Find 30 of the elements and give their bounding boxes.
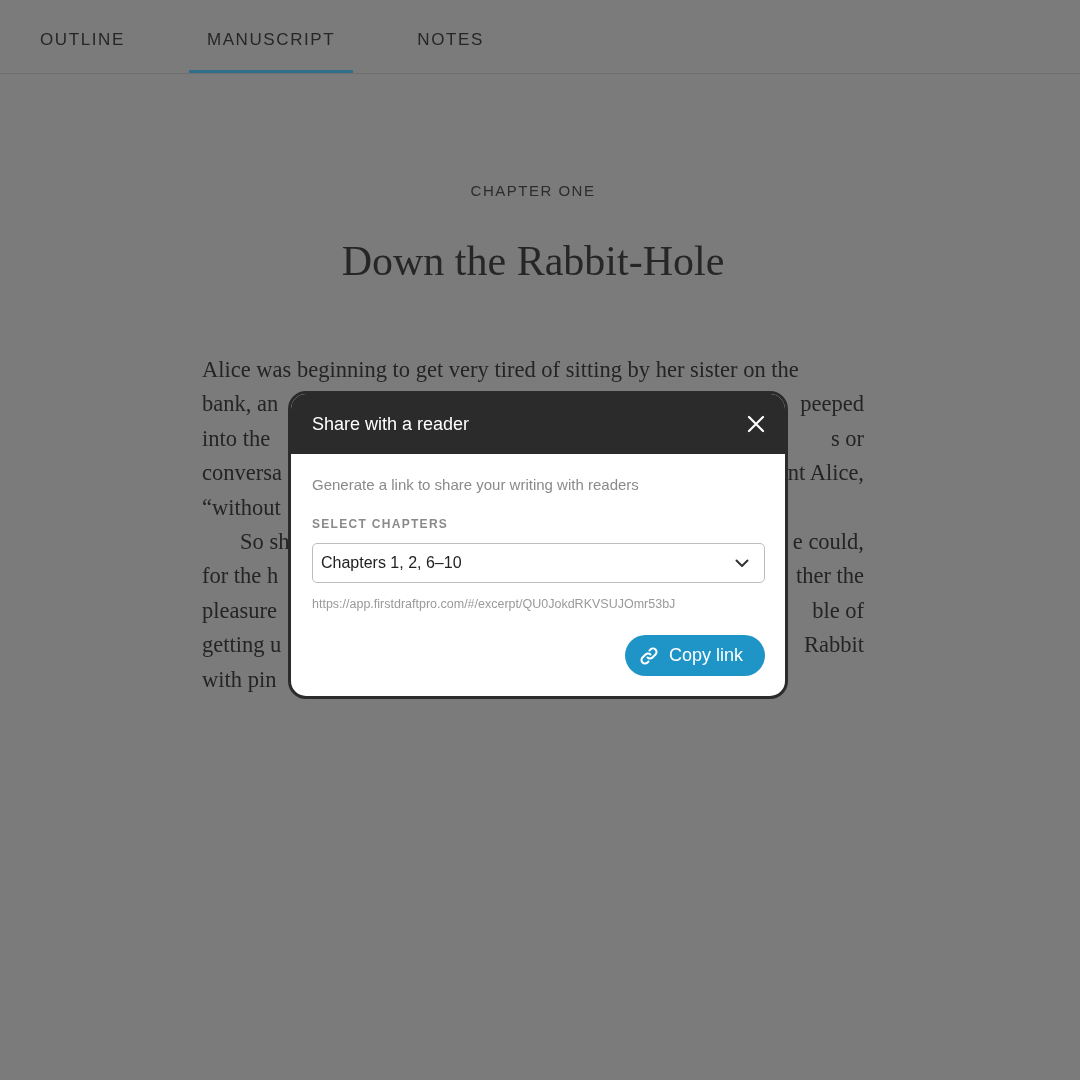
body-text: with pin (202, 665, 277, 694)
body-text: getting u (202, 631, 282, 660)
body-text: pleasure (202, 596, 277, 625)
body-text: conversa (202, 459, 282, 488)
body-text: nt Alice, (787, 459, 864, 488)
body-text: bank, an (202, 390, 279, 419)
tab[interactable]: MANUSCRIPT (188, 0, 354, 73)
tab[interactable]: OUTLINE (22, 0, 143, 73)
body-text: ther the (795, 562, 864, 591)
body-text: ble of (812, 596, 864, 625)
chevron-down-icon (735, 558, 749, 568)
copy-link-button[interactable]: Copy link (624, 635, 765, 676)
body-text: Alice was beginning to get very tired of sitting by her sister on the (202, 356, 799, 384)
link-icon (638, 645, 659, 666)
body-text: peeped (800, 390, 864, 419)
chapter-title: Down the Rabbit-Hole (341, 237, 725, 285)
body-text: e could, (792, 528, 864, 557)
chapter-label: CHAPTER ONE (470, 182, 596, 199)
dialog-description: Generate a link to share your writing with readers (312, 476, 640, 493)
dialog-title: Share with a reader (312, 413, 470, 435)
tab[interactable]: NOTES (399, 0, 502, 73)
body-text: into the (202, 424, 271, 453)
field-label: SELECT CHAPTERS (312, 517, 450, 531)
body-text: for the h (202, 562, 279, 591)
body-text: s or (830, 424, 864, 453)
chapter-select[interactable]: Chapters 1, 2, 6–10 (312, 543, 765, 583)
body-text: “without (202, 493, 281, 522)
close-button[interactable] (747, 415, 765, 433)
body-text: Rabbit (804, 631, 864, 660)
body-text: So sh (239, 528, 290, 557)
